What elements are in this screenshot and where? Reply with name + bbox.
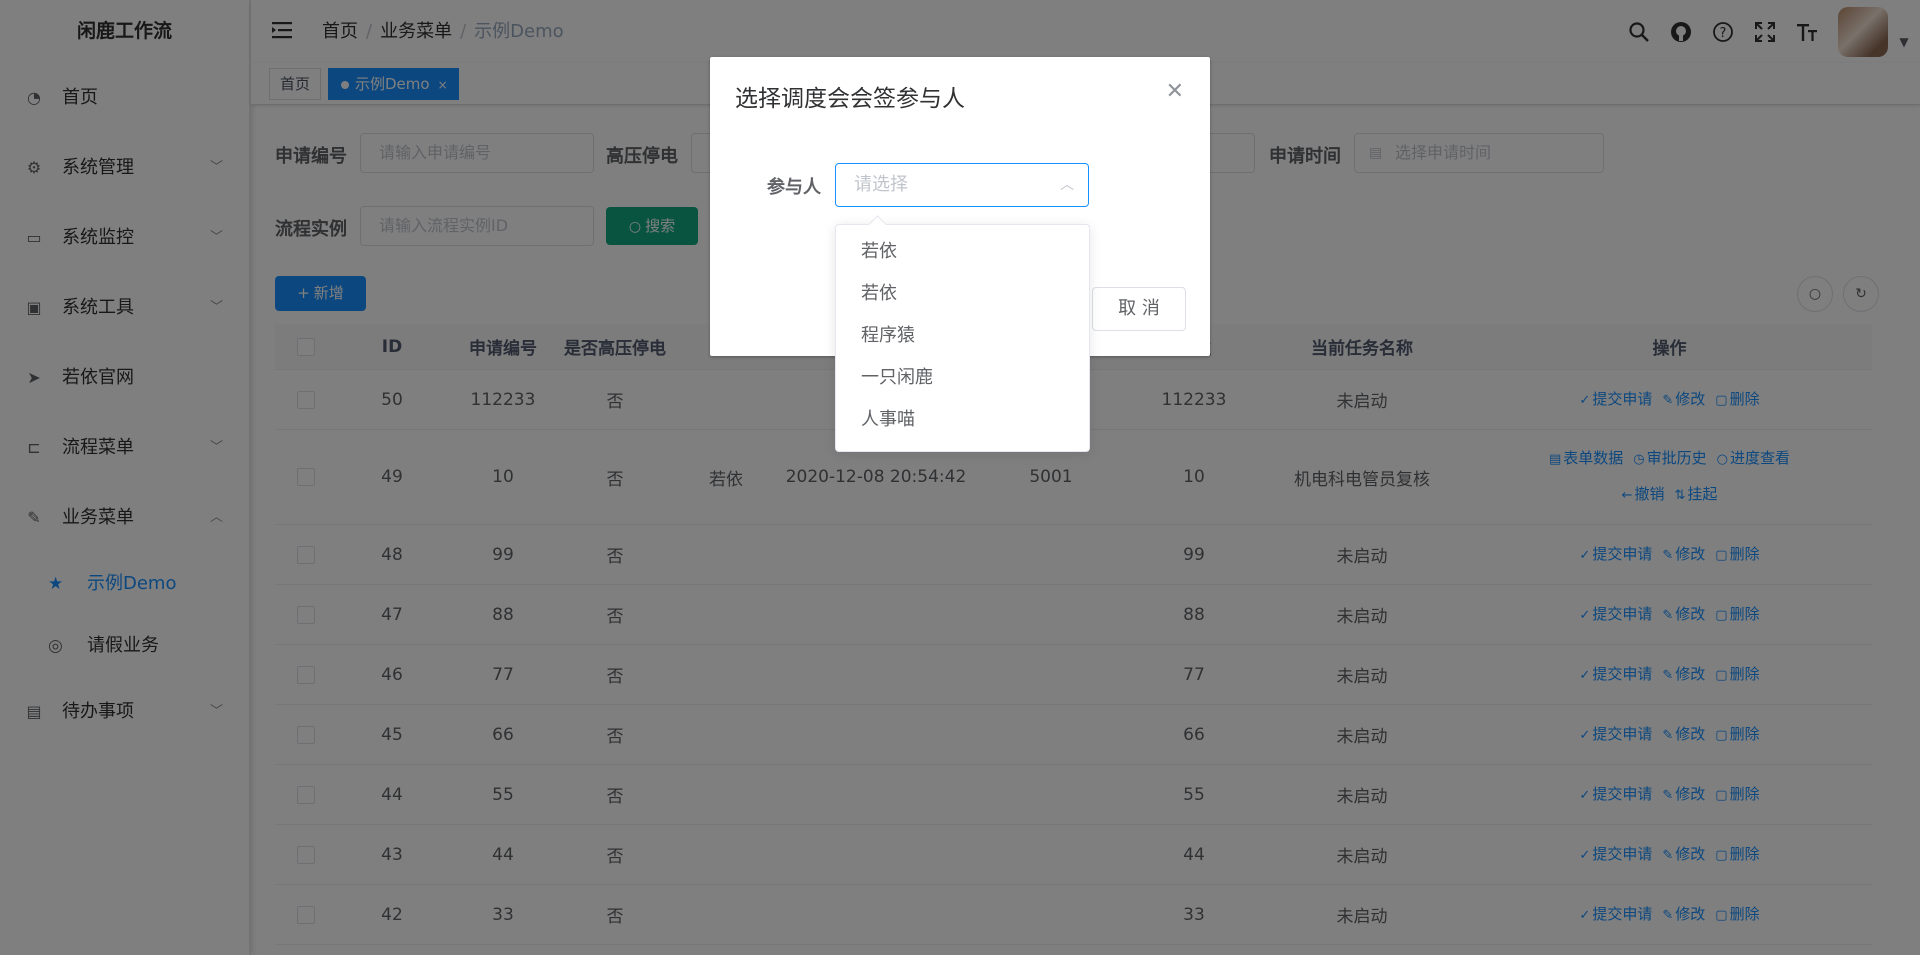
participant-select-placeholder: 请选择 xyxy=(854,174,908,195)
dropdown-option[interactable]: 若依 xyxy=(836,231,1089,273)
dropdown-option[interactable]: 程序猿 xyxy=(836,315,1089,357)
dialog-title: 选择调度会会签参与人 xyxy=(735,86,965,112)
participant-label: 参与人 xyxy=(767,177,821,198)
participant-dropdown: 若依 若依 程序猿 一只闲鹿 人事喵 xyxy=(835,224,1090,452)
dropdown-option[interactable]: 一只闲鹿 xyxy=(836,357,1089,399)
chevron-up-icon: ︿ xyxy=(1060,177,1074,193)
participant-select[interactable]: 请选择 ︿ xyxy=(835,163,1089,207)
close-icon[interactable]: ✕ xyxy=(1166,79,1184,104)
dropdown-option[interactable]: 若依 xyxy=(836,273,1089,315)
dropdown-option[interactable]: 人事喵 xyxy=(836,399,1089,441)
cancel-button[interactable]: 取 消 xyxy=(1092,287,1186,331)
